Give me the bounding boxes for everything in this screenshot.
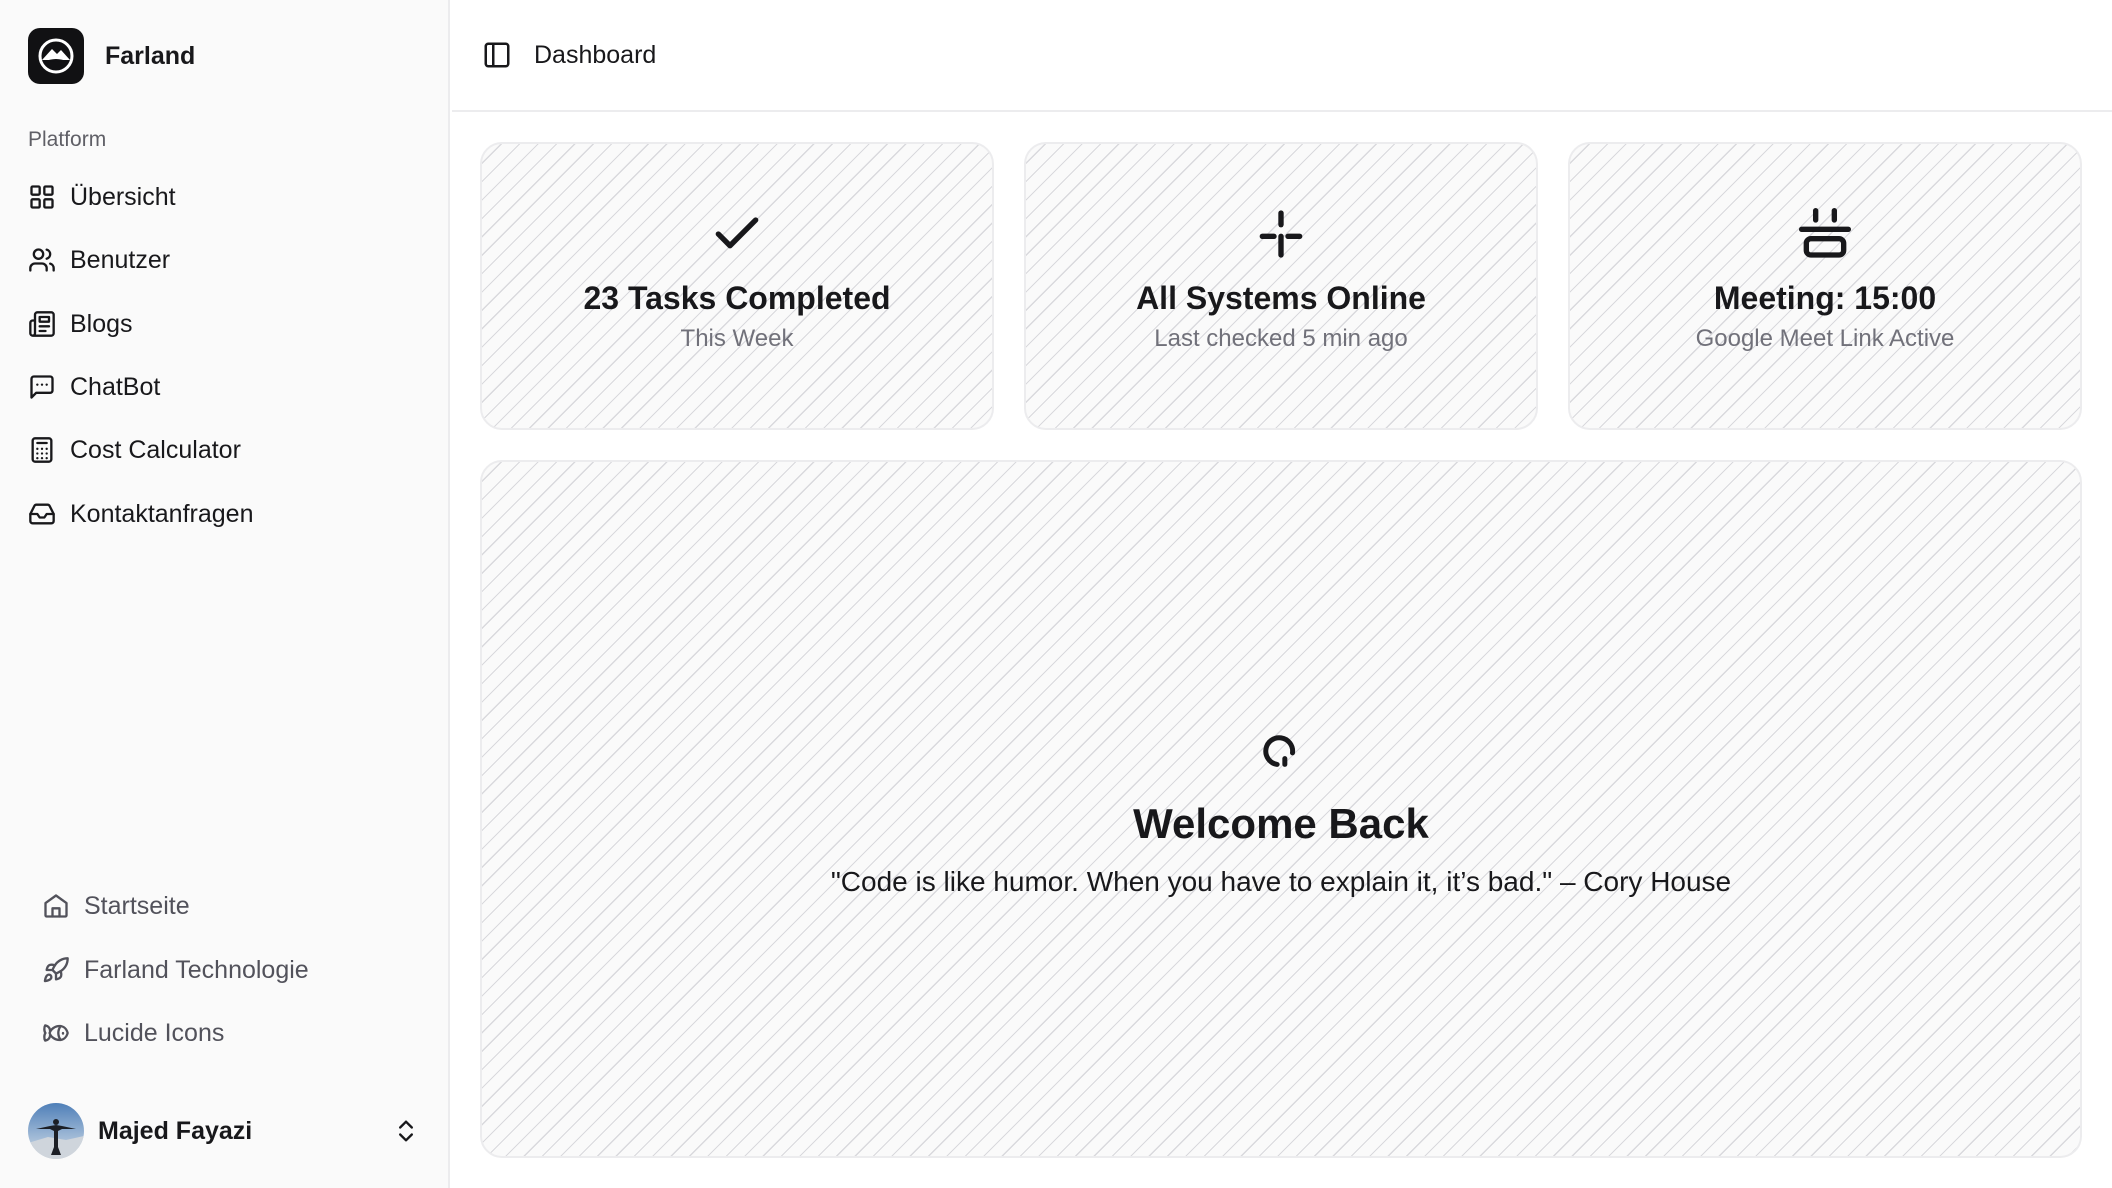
user-name: Majed Fayazi	[98, 1116, 253, 1145]
split-icon	[1259, 210, 1303, 258]
sidebar-link-label: Lucide Icons	[84, 1018, 225, 1047]
brand-name: Farland	[105, 41, 196, 70]
welcome-title: Welcome Back	[1133, 800, 1429, 847]
users-icon	[29, 248, 55, 272]
sidebar-link-startseite[interactable]: Startseite	[42, 884, 190, 928]
welcome-quote: "Code is like humor. When you have to ex…	[830, 866, 1732, 897]
inbox-icon	[29, 503, 55, 525]
sidebar-link-label: Farland Technologie	[84, 955, 309, 984]
sidebar-item-label: ChatBot	[70, 372, 161, 401]
layout-grid-icon	[30, 185, 54, 209]
sidebar-item-kontaktanfragen[interactable]: Kontaktanfragen	[28, 492, 253, 536]
sidebar-link-label: Startseite	[84, 891, 190, 920]
sidebar-item-label: Blogs	[70, 309, 133, 338]
panel-left-icon[interactable]	[482, 40, 512, 70]
stat-subtitle: This Week	[680, 325, 794, 352]
sidebar: Farland Platform Übersicht Benutzer Blog…	[0, 0, 450, 1188]
sidebar-item-chatbot[interactable]: ChatBot	[28, 365, 160, 409]
stat-title: 23 Tasks Completed	[583, 280, 891, 316]
sidebar-link-lucide-icons[interactable]: Lucide Icons	[42, 1011, 224, 1055]
newspaper-icon	[29, 311, 55, 337]
avatar	[28, 1103, 84, 1159]
sidebar-item-label: Kontaktanfragen	[70, 499, 254, 528]
home-icon	[44, 894, 68, 918]
stat-title: Meeting: 15:00	[1713, 280, 1937, 316]
sidebar-item-uebersicht[interactable]: Übersicht	[28, 175, 176, 219]
stat-title: All Systems Online	[1136, 280, 1426, 316]
sidebar-item-label: Übersicht	[70, 182, 176, 211]
stat-subtitle: Google Meet Link Active	[1695, 325, 1955, 352]
check-icon	[715, 217, 759, 249]
message-square-icon	[30, 375, 54, 399]
fish-icon	[43, 1024, 69, 1042]
sidebar-group-label: Platform	[28, 128, 107, 151]
sidebar-item-label: Benutzer	[70, 245, 171, 274]
mountain-logo-icon	[38, 38, 74, 74]
sidebar-link-farland-technologie[interactable]: Farland Technologie	[42, 948, 309, 992]
stat-card-systems: All Systems Online Last checked 5 min ag…	[1024, 142, 1538, 430]
stat-subtitle: Last checked 5 min ago	[1154, 325, 1408, 352]
sidebar-item-label: Cost Calculator	[70, 435, 241, 464]
welcome-card: Welcome Back "Code is like humor. When y…	[480, 460, 2082, 1158]
sidebar-item-benutzer[interactable]: Benutzer	[28, 238, 170, 282]
stat-card-meeting: Meeting: 15:00 Google Meet Link Active	[1568, 142, 2082, 430]
brand[interactable]: Farland	[28, 28, 195, 84]
stat-card-tasks: 23 Tasks Completed This Week	[480, 142, 994, 430]
rocket-icon	[43, 957, 69, 983]
header: Dashboard	[452, 0, 2112, 112]
calculator-icon	[31, 437, 53, 463]
brand-logo	[28, 28, 84, 84]
cooking-pot-icon	[1798, 207, 1852, 258]
avatar-image	[28, 1103, 84, 1159]
page-title: Dashboard	[534, 40, 657, 69]
loader-icon	[1263, 735, 1296, 767]
sidebar-item-blogs[interactable]: Blogs	[28, 302, 133, 346]
user-menu[interactable]: Majed Fayazi	[28, 1102, 422, 1160]
sidebar-item-cost-calculator[interactable]: Cost Calculator	[28, 428, 241, 472]
chevrons-up-down-icon[interactable]	[392, 1117, 420, 1145]
